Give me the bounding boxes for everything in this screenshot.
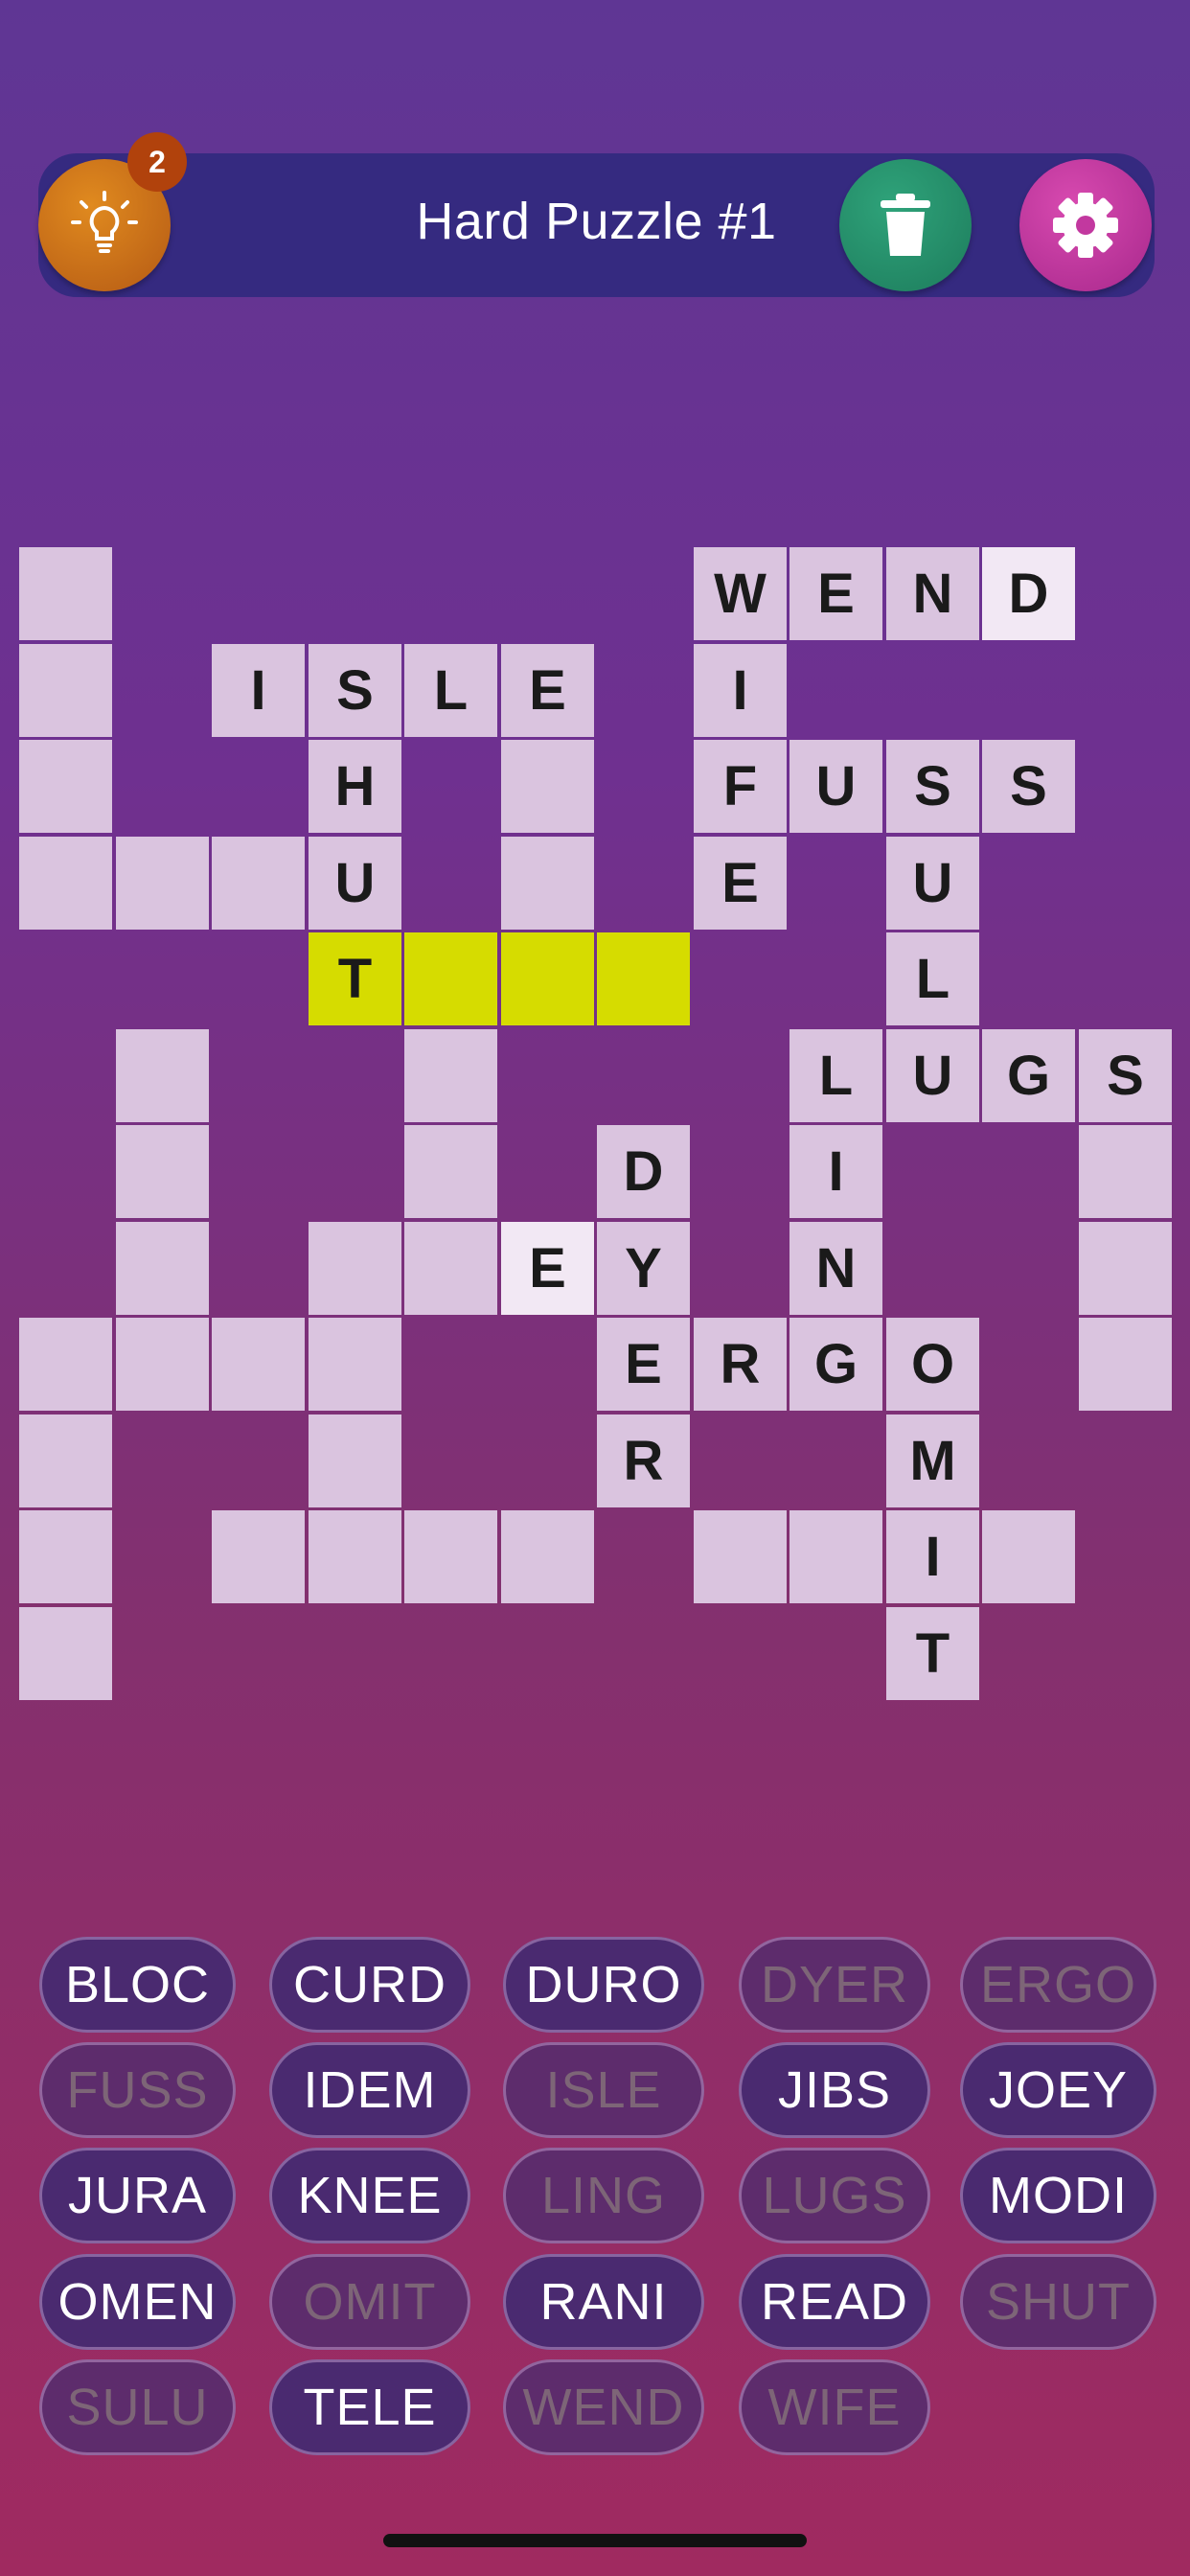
word-chip[interactable]: TELE [269,2359,470,2455]
grid-cell[interactable] [790,1510,882,1603]
crossword-board: WENDISLEIHFUSSUEUTLLUGSDIEYNERGORMIT [0,0,1190,1725]
grid-cell[interactable] [309,1318,401,1411]
grid-cell[interactable] [19,644,112,737]
grid-cell[interactable] [309,1510,401,1603]
grid-cell[interactable] [501,740,594,833]
word-chip[interactable]: IDEM [269,2042,470,2138]
grid-cell[interactable]: E [501,1222,594,1315]
word-chip[interactable]: SULU [39,2359,236,2455]
grid-cell[interactable]: I [694,644,787,737]
grid-cell[interactable] [501,1510,594,1603]
grid-cell[interactable] [19,1414,112,1507]
grid-cell[interactable]: U [886,837,979,930]
grid-cell[interactable]: L [404,644,497,737]
grid-cell[interactable]: R [694,1318,787,1411]
grid-cell[interactable]: E [790,547,882,640]
grid-cell[interactable] [116,837,209,930]
grid-cell[interactable]: S [1079,1029,1172,1122]
word-chip[interactable]: DYER [739,1937,930,2033]
word-chip[interactable]: JURA [39,2148,236,2243]
word-chip[interactable]: JIBS [739,2042,930,2138]
grid-cell[interactable]: L [886,932,979,1025]
grid-cell[interactable] [694,1510,787,1603]
word-chip[interactable]: KNEE [269,2148,470,2243]
word-chip[interactable]: DURO [503,1937,704,2033]
grid-cell[interactable] [19,740,112,833]
grid-cell[interactable]: N [886,547,979,640]
grid-cell[interactable] [116,1318,209,1411]
grid-cell[interactable]: E [694,837,787,930]
word-chip[interactable]: BLOC [39,1937,236,2033]
grid-cell[interactable]: S [886,740,979,833]
grid-cell[interactable] [1079,1318,1172,1411]
grid-cell[interactable] [309,1222,401,1315]
grid-cell[interactable]: E [501,644,594,737]
grid-cell[interactable]: S [982,740,1075,833]
word-chip[interactable]: WIFE [739,2359,930,2455]
word-chip[interactable]: LING [503,2148,704,2243]
grid-cell[interactable]: L [790,1029,882,1122]
word-chip[interactable]: SHUT [960,2254,1156,2350]
grid-cell[interactable] [1079,1125,1172,1218]
grid-cell[interactable]: I [886,1510,979,1603]
grid-cell[interactable] [116,1222,209,1315]
grid-cell[interactable]: N [790,1222,882,1315]
grid-cell-active[interactable] [597,932,690,1025]
word-chip[interactable]: MODI [960,2148,1156,2243]
word-chip[interactable]: ISLE [503,2042,704,2138]
grid-cell[interactable]: T [886,1607,979,1700]
grid-cell[interactable]: U [790,740,882,833]
grid-cell[interactable]: M [886,1414,979,1507]
grid-cell[interactable] [212,1318,305,1411]
home-indicator [383,2534,807,2547]
grid-cell-active[interactable] [404,932,497,1025]
word-chip[interactable]: READ [739,2254,930,2350]
grid-cell[interactable] [404,1125,497,1218]
grid-cell[interactable]: U [309,837,401,930]
word-chip[interactable]: WEND [503,2359,704,2455]
word-chip[interactable]: OMEN [39,2254,236,2350]
grid-cell[interactable] [501,837,594,930]
grid-cell[interactable] [19,1318,112,1411]
grid-cell[interactable]: R [597,1414,690,1507]
grid-cell[interactable]: D [982,547,1075,640]
grid-cell[interactable]: I [790,1125,882,1218]
grid-cell[interactable]: S [309,644,401,737]
grid-cell[interactable]: W [694,547,787,640]
grid-cell[interactable] [116,1029,209,1122]
grid-cell[interactable] [982,1510,1075,1603]
grid-cell[interactable] [19,547,112,640]
grid-cell[interactable] [404,1029,497,1122]
grid-cell[interactable]: O [886,1318,979,1411]
grid-cell[interactable] [404,1510,497,1603]
grid-cell[interactable]: D [597,1125,690,1218]
word-chip[interactable]: LUGS [739,2148,930,2243]
grid-cell[interactable]: F [694,740,787,833]
grid-cell[interactable]: G [982,1029,1075,1122]
grid-cell[interactable] [212,1510,305,1603]
grid-cell-active[interactable]: T [309,932,401,1025]
grid-cell[interactable] [19,1510,112,1603]
grid-cell[interactable]: E [597,1318,690,1411]
grid-cell[interactable]: I [212,644,305,737]
grid-cell[interactable] [404,1222,497,1315]
grid-cell-active[interactable] [501,932,594,1025]
grid-cell[interactable]: Y [597,1222,690,1315]
word-chip[interactable]: CURD [269,1937,470,2033]
word-chip[interactable]: ERGO [960,1937,1156,2033]
grid-cell[interactable]: U [886,1029,979,1122]
word-chip[interactable]: FUSS [39,2042,236,2138]
grid-cell[interactable]: H [309,740,401,833]
word-chip[interactable]: JOEY [960,2042,1156,2138]
grid-cell[interactable] [116,1125,209,1218]
grid-cell[interactable]: G [790,1318,882,1411]
grid-cell[interactable] [212,837,305,930]
word-chip[interactable]: RANI [503,2254,704,2350]
grid-cell[interactable] [19,1607,112,1700]
grid-cell[interactable] [19,837,112,930]
word-chip[interactable]: OMIT [269,2254,470,2350]
grid-cell[interactable] [309,1414,401,1507]
grid-cell[interactable] [1079,1222,1172,1315]
